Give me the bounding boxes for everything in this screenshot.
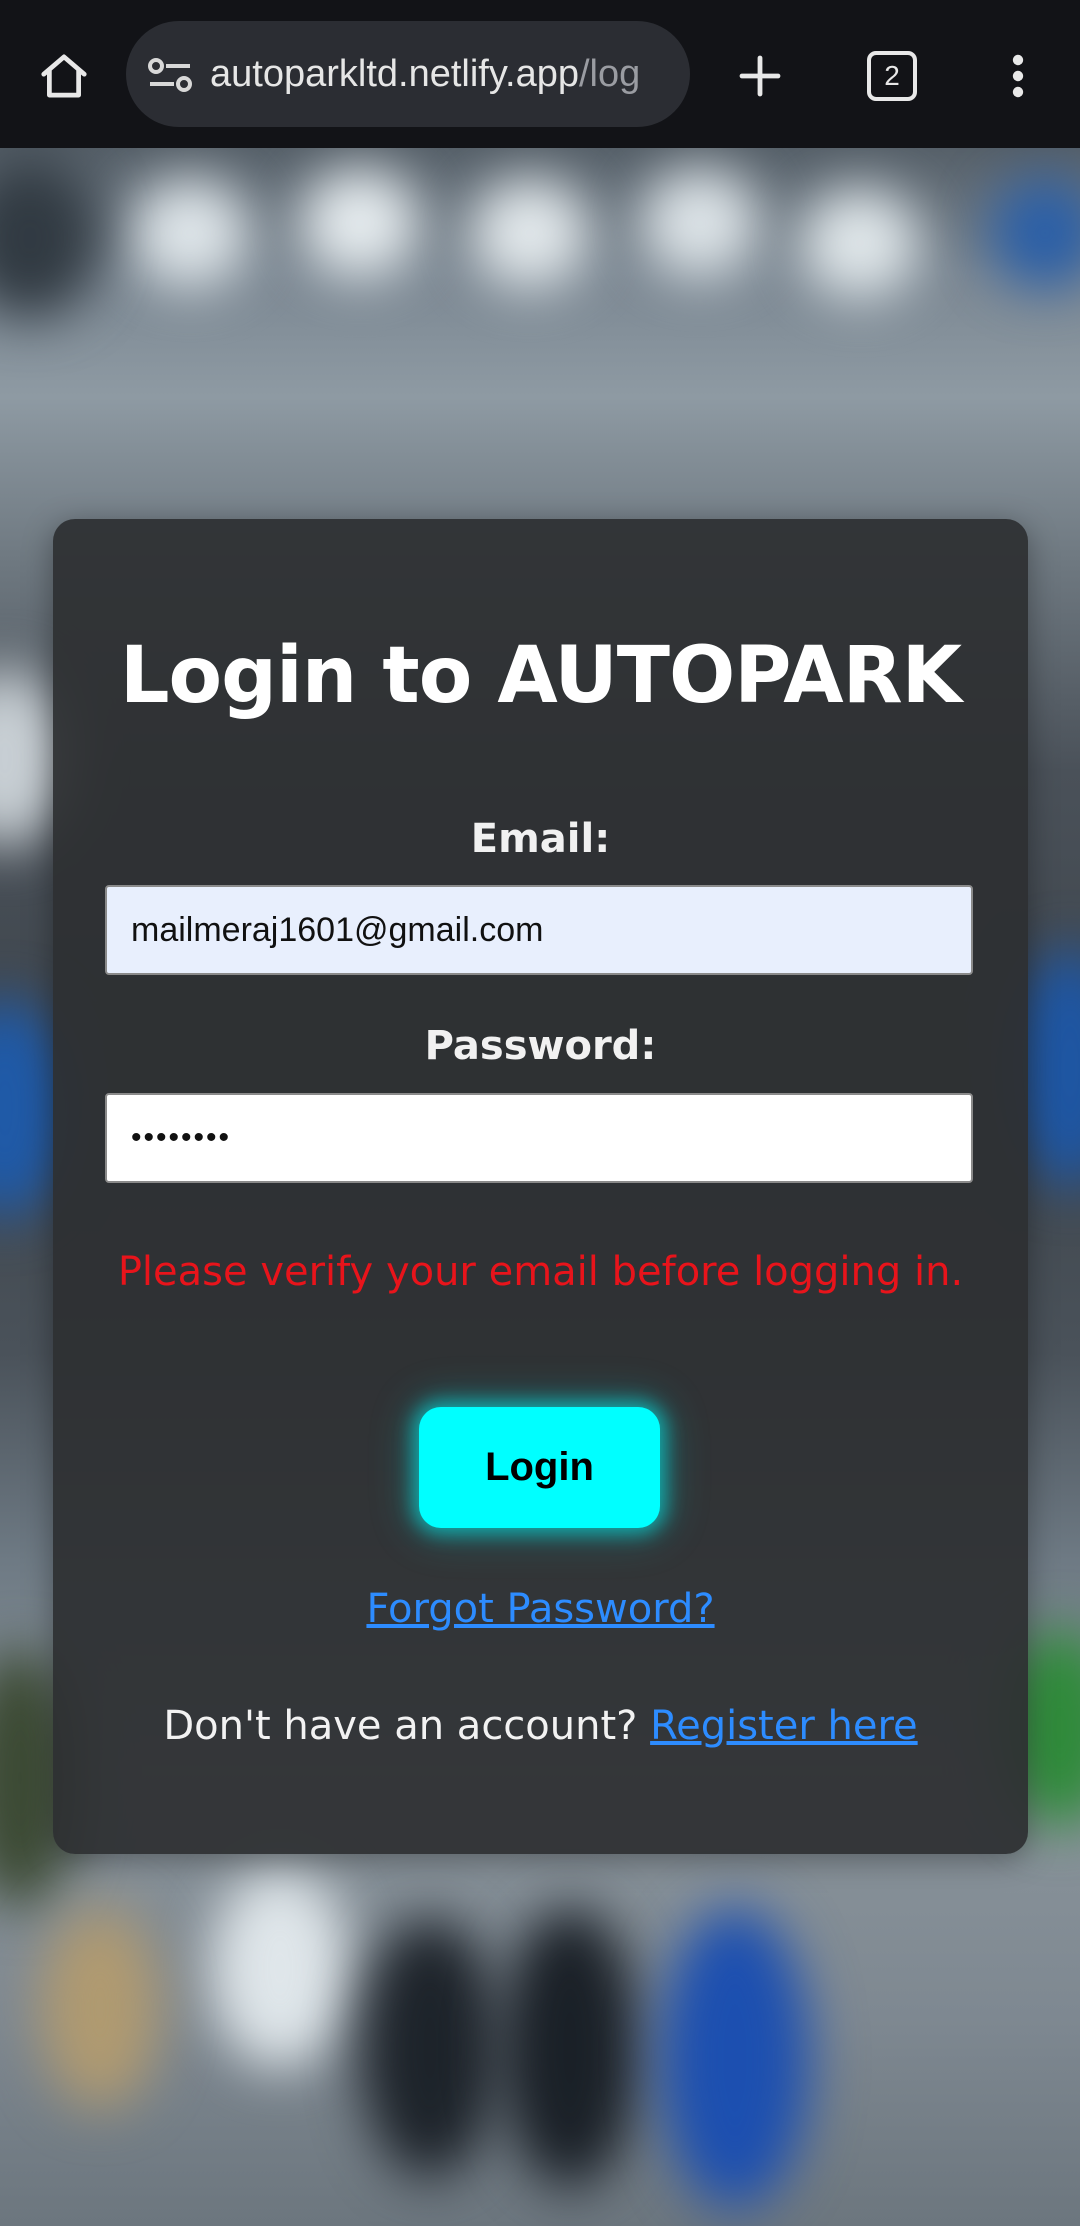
- plus-icon: [739, 55, 781, 97]
- address-bar[interactable]: autoparkltd.netlify.app/log: [126, 21, 690, 127]
- email-label: Email:: [470, 816, 611, 862]
- error-message: Please verify your email before logging …: [117, 1249, 964, 1295]
- login-button[interactable]: Login: [419, 1407, 660, 1528]
- url-path: /log: [578, 53, 641, 95]
- forgot-password-link[interactable]: Forgot Password?: [53, 1587, 1028, 1631]
- site-settings-icon[interactable]: [148, 56, 192, 94]
- page-title: Login to AUTOPARK: [119, 631, 962, 721]
- login-card: Login to AUTOPARK Email: Password: Pleas…: [53, 519, 1028, 1854]
- new-tab-button[interactable]: [724, 40, 796, 112]
- url-text[interactable]: autoparkltd.netlify.app/log: [210, 21, 640, 127]
- home-icon: [41, 54, 87, 98]
- url-host: autoparkltd.netlify.app: [210, 53, 579, 95]
- tab-switcher-icon: 2: [867, 51, 917, 101]
- browser-toolbar: autoparkltd.netlify.app/log 2: [0, 0, 1080, 148]
- register-prompt-text: Don't have an account?: [163, 1703, 638, 1749]
- register-link[interactable]: Register here: [650, 1703, 918, 1749]
- tab-switcher-button[interactable]: 2: [856, 40, 928, 112]
- more-vert-icon: [1012, 54, 1024, 98]
- email-input[interactable]: [105, 885, 973, 975]
- home-button[interactable]: [28, 40, 100, 112]
- more-menu-button[interactable]: [982, 40, 1054, 112]
- password-input[interactable]: [105, 1093, 973, 1183]
- register-prompt-line: Don't have an account? Register here: [53, 1704, 1028, 1748]
- password-label: Password:: [424, 1023, 657, 1069]
